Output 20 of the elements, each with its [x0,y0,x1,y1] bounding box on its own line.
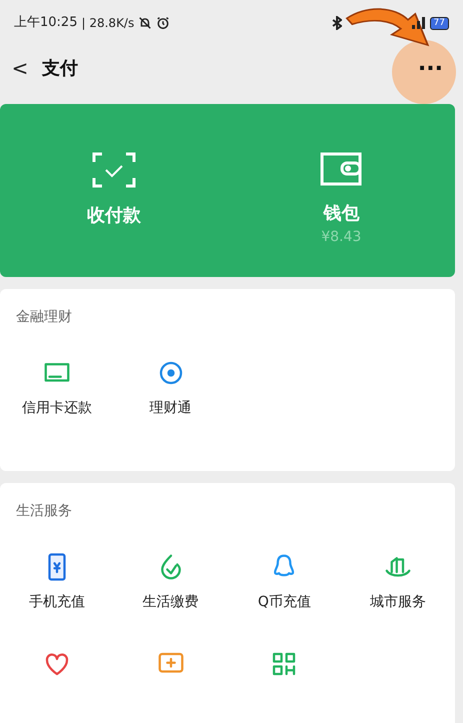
scan-check-icon [92,152,136,188]
service-item[interactable]: 信用卡还款 [0,358,114,419]
service-item[interactable]: Q币充值 [228,552,342,613]
muted-bell-icon [138,16,152,30]
section-title: 金融理财 [15,308,73,327]
page-title: 支付 [42,56,78,80]
service-item[interactable]: 手机充值 [0,552,114,613]
service-item[interactable]: 生活缴费 [114,552,228,613]
battery-level: 77 [430,16,449,30]
network-speed: | 28.8K/s [81,15,134,32]
wallet-icon [320,152,362,186]
bluetooth-icon [332,16,342,30]
service-item[interactable]: 理财通 [114,358,228,419]
signal-icon [412,17,426,29]
back-button[interactable]: < [8,53,32,83]
section-title: 生活服务 [15,502,73,521]
more-button[interactable]: ... [418,53,443,75]
service-item[interactable]: 城市服务 [341,552,455,613]
status-time: 上午10:25 [14,14,78,32]
alarm-icon [156,16,170,30]
